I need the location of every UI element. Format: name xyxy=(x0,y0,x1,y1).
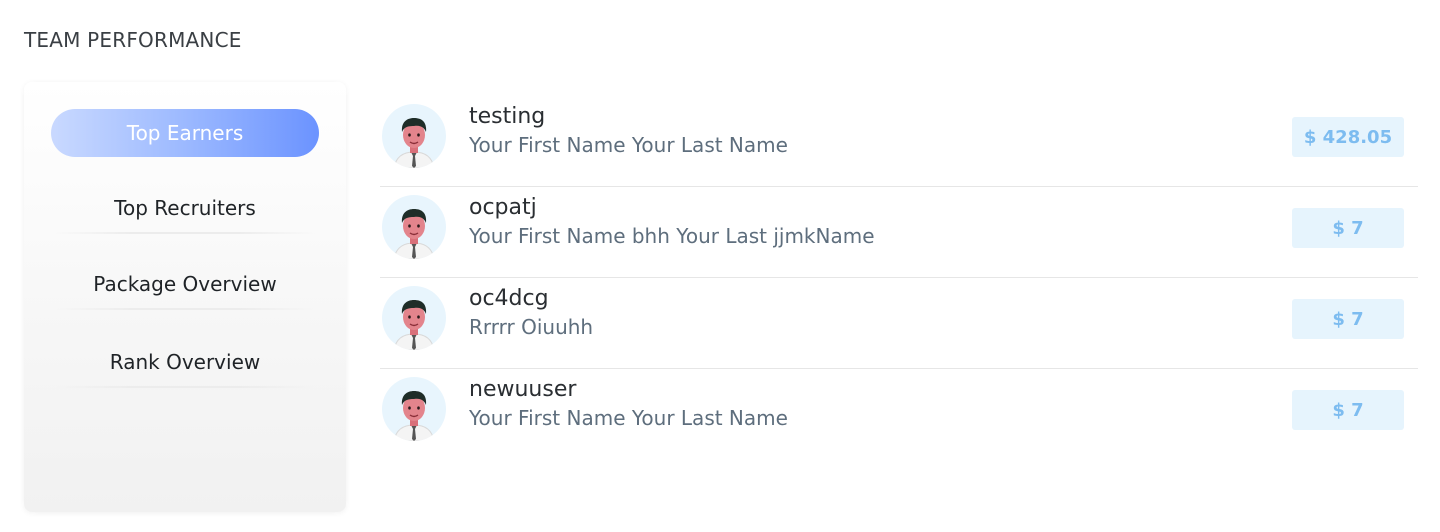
full-name: Your First Name Your Last Name xyxy=(469,406,788,430)
amount-badge: $ 428.05 xyxy=(1292,117,1404,157)
user-avatar-icon xyxy=(382,195,446,259)
tab-top-recruiters[interactable]: Top Recruiters xyxy=(51,184,319,234)
tab-label: Top Earners xyxy=(126,121,244,145)
tab-label: Package Overview xyxy=(93,272,277,296)
tabs-panel: Top Earners Top Recruiters Package Overv… xyxy=(24,82,346,512)
user-avatar-icon xyxy=(382,104,446,168)
tab-package-overview[interactable]: Package Overview xyxy=(51,260,319,310)
full-name: Your First Name Your Last Name xyxy=(469,133,788,157)
tab-divider xyxy=(55,232,315,234)
full-name: Rrrrr Oiuuhh xyxy=(469,315,594,339)
amount-badge: $ 7 xyxy=(1292,208,1404,248)
username: ocpatj xyxy=(469,195,537,220)
user-avatar-icon xyxy=(382,377,446,441)
full-name: Your First Name bhh Your Last jjmkName xyxy=(469,224,875,248)
username: newuuser xyxy=(469,377,577,402)
tab-divider xyxy=(55,308,315,310)
top-earners-list: testing Your First Name Your Last Name $… xyxy=(380,96,1418,459)
username: testing xyxy=(469,104,546,129)
list-item: testing Your First Name Your Last Name $… xyxy=(380,96,1418,187)
list-item: ocpatj Your First Name bhh Your Last jjm… xyxy=(380,187,1418,278)
tab-label: Top Recruiters xyxy=(114,196,256,220)
list-item: oc4dcg Rrrrr Oiuuhh $ 7 xyxy=(380,278,1418,369)
section-title: TEAM PERFORMANCE xyxy=(24,28,242,52)
username: oc4dcg xyxy=(469,286,549,311)
user-avatar-icon xyxy=(382,286,446,350)
tab-label: Rank Overview xyxy=(109,350,261,374)
amount-badge: $ 7 xyxy=(1292,299,1404,339)
list-item: newuuser Your First Name Your Last Name … xyxy=(380,369,1418,459)
tab-top-earners[interactable]: Top Earners xyxy=(51,109,319,157)
amount-badge: $ 7 xyxy=(1292,390,1404,430)
tab-divider xyxy=(55,386,315,388)
tab-rank-overview[interactable]: Rank Overview xyxy=(51,338,319,388)
